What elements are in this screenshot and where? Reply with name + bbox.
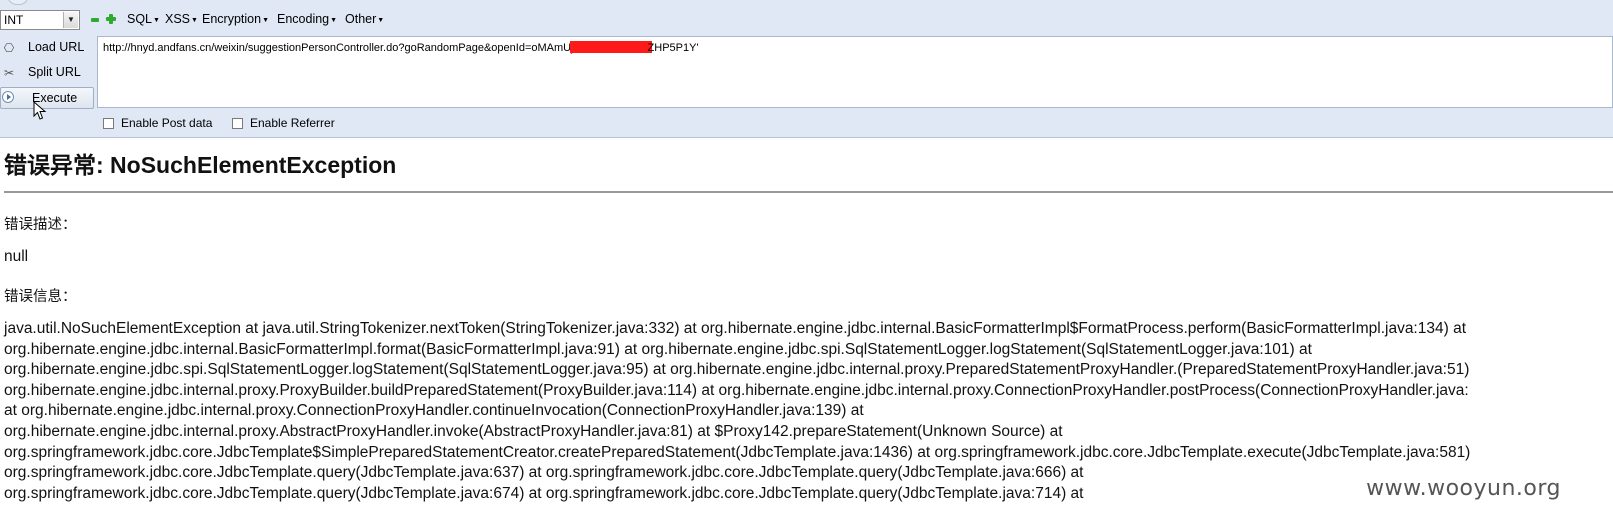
url-text-end: ZHP5P1Y' [647, 42, 699, 54]
page-title: 错误异常: NoSuchElementException [4, 152, 397, 178]
mouse-cursor-icon [33, 101, 47, 120]
menu-encoding-label: Encoding [277, 12, 330, 26]
dropdown-arrow-icon: ▼ [377, 17, 385, 24]
url-text-start: http://hnyd.andfans.cn/weixin/suggestion… [103, 42, 574, 54]
menu-encryption[interactable]: Encryption▼ [202, 12, 269, 26]
stack-trace-line: org.hibernate.engine.jdbc.spi.SqlStateme… [4, 361, 1470, 379]
minus-icon[interactable] [91, 18, 99, 22]
enable-post-label: Enable Post data [121, 116, 213, 130]
menu-encoding[interactable]: Encoding▼ [277, 12, 337, 26]
dropdown-arrow-icon: ▼ [191, 17, 198, 24]
redaction-mark [569, 41, 652, 53]
load-url-label: Load URL [28, 40, 85, 54]
hackbar-toolbar: INT ▼ SQL▼ XSS▼ Encryption▼ Encoding▼ Ot… [0, 0, 1613, 138]
menu-other-label: Other [345, 12, 377, 26]
checkbox-icon [232, 117, 243, 129]
stack-trace-line: org.hibernate.engine.jdbc.internal.proxy… [4, 381, 1469, 399]
watermark: www.wooyun.org [1366, 476, 1561, 501]
type-select[interactable]: INT ▼ [0, 10, 80, 30]
dropdown-arrow-icon: ▼ [262, 17, 269, 24]
split-url-button[interactable]: ✂ Split URL [0, 62, 94, 84]
error-page: 错误异常: NoSuchElementException 错误描述： null … [0, 137, 1613, 509]
menu-sql[interactable]: SQL▼ [127, 12, 160, 26]
stack-trace-line: org.hibernate.engine.jdbc.internal.Basic… [4, 340, 1312, 358]
menu-xss[interactable]: XSS▼ [165, 12, 198, 26]
hackbar-menu-row: INT ▼ SQL▼ XSS▼ Encryption▼ Encoding▼ Ot… [0, 8, 1613, 34]
type-select-value: INT [4, 13, 24, 27]
load-url-button[interactable]: ⎔ Load URL [0, 37, 94, 59]
load-url-icon: ⎔ [3, 41, 15, 55]
stack-trace-line: org.hibernate.engine.jdbc.internal.proxy… [4, 422, 1063, 440]
menu-xss-label: XSS [165, 12, 191, 26]
split-url-label: Split URL [28, 65, 81, 79]
menu-other[interactable]: Other▼ [345, 12, 384, 26]
execute-button[interactable]: Execute [0, 87, 94, 109]
stack-trace-line: at org.hibernate.engine.jdbc.internal.pr… [4, 402, 864, 420]
dropdown-arrow-icon: ▼ [330, 17, 338, 24]
stack-trace-line: java.util.NoSuchElementException at java… [4, 320, 1466, 337]
enable-referrer-label: Enable Referrer [250, 116, 335, 130]
error-info-label: 错误信息： [4, 289, 77, 305]
chevron-down-icon: ▼ [63, 12, 78, 28]
url-input[interactable]: http://hnyd.andfans.cn/weixin/suggestion… [97, 36, 1613, 108]
plus-icon[interactable] [106, 14, 116, 24]
scissors-icon: ✂ [3, 66, 15, 80]
divider [4, 191, 1613, 193]
enable-referrer-checkbox[interactable]: Enable Referrer [232, 116, 335, 130]
error-description-value: null [4, 248, 29, 265]
menu-encryption-label: Encryption [202, 12, 262, 26]
play-icon [2, 91, 14, 103]
dropdown-arrow-icon: ▼ [153, 17, 160, 24]
menu-sql-label: SQL [127, 12, 153, 26]
stack-trace-line: org.springframework.jdbc.core.JdbcTempla… [4, 443, 1471, 461]
addon-logo-icon [7, 0, 29, 5]
error-description-label: 错误描述： [4, 217, 77, 233]
checkbox-icon [103, 117, 114, 129]
enable-post-checkbox[interactable]: Enable Post data [103, 116, 212, 130]
